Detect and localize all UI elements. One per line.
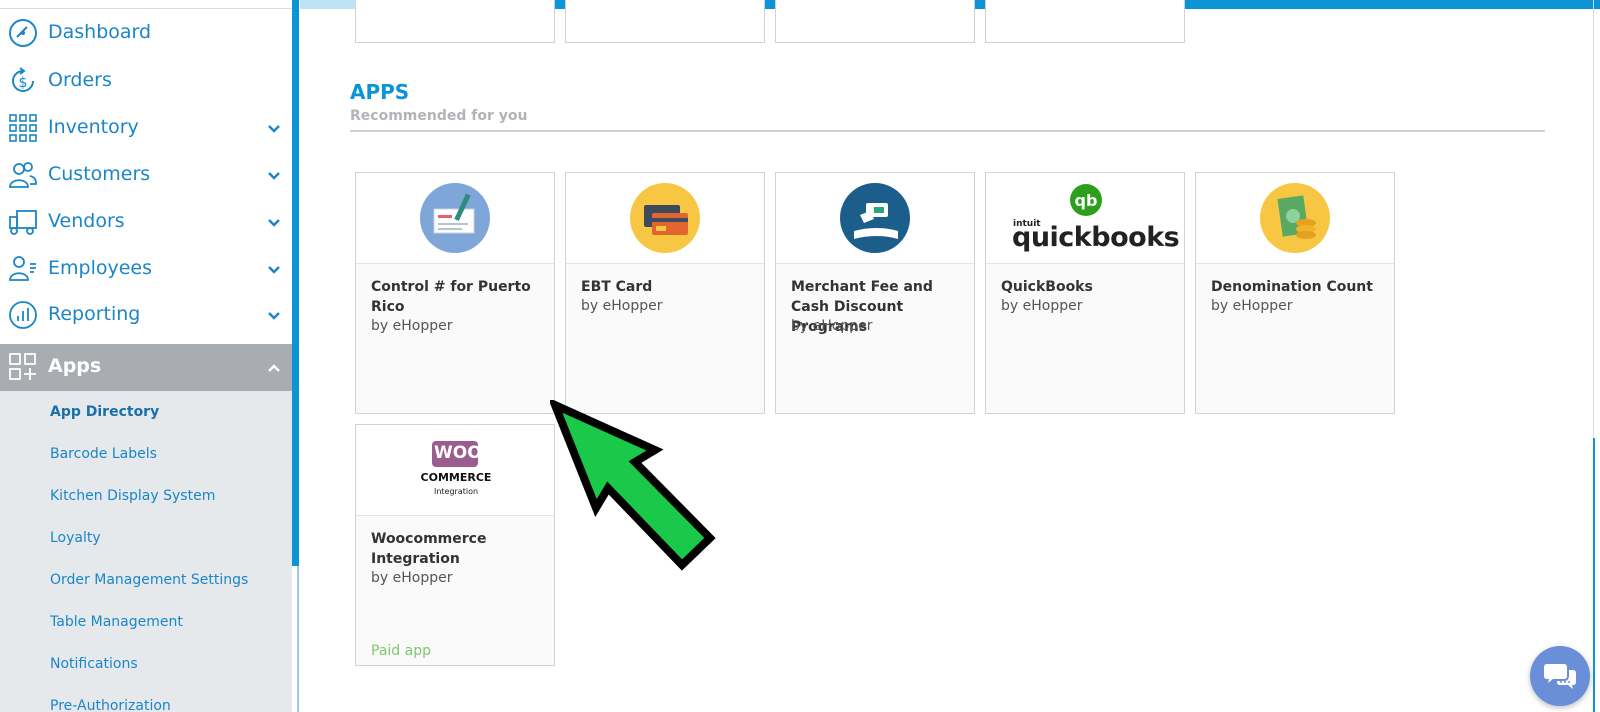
card-stub[interactable] bbox=[775, 0, 975, 43]
sidebar-item-dashboard[interactable]: Dashboard bbox=[0, 10, 292, 56]
submenu-item-pre-authorization[interactable]: Pre-Authorization bbox=[50, 698, 171, 712]
sidebar-item-label: Reporting bbox=[48, 303, 141, 325]
apps-icon bbox=[9, 353, 36, 380]
card-header bbox=[776, 173, 974, 264]
submenu-item-loyalty[interactable]: Loyalty bbox=[50, 530, 101, 546]
card-header bbox=[566, 173, 764, 264]
chevron-down-icon[interactable] bbox=[268, 123, 280, 135]
chat-button[interactable] bbox=[1530, 646, 1590, 706]
sidebar-scrollbar[interactable] bbox=[292, 0, 299, 566]
sidebar-item-employees[interactable]: Employees bbox=[0, 246, 292, 292]
card-author: by eHopper bbox=[581, 298, 663, 314]
card-title: Control # for Puerto Rico bbox=[371, 279, 531, 315]
card-title: EBT Card bbox=[581, 279, 653, 295]
sidebar-item-label: Orders bbox=[48, 69, 112, 91]
orders-icon: $ bbox=[12, 67, 34, 92]
card-header: WOO COMMERCE Integration bbox=[356, 425, 554, 516]
card-header: qb intuit quickbooks bbox=[986, 173, 1184, 264]
card-author: by eHopper bbox=[1001, 298, 1083, 314]
woocommerce-logo: WOO COMMERCE Integration bbox=[420, 441, 492, 509]
chevron-down-icon[interactable] bbox=[268, 310, 280, 322]
vendors-icon bbox=[9, 210, 37, 235]
app-card-ebt[interactable]: EBT Card by eHopper bbox=[565, 172, 765, 414]
sidebar-top-edge bbox=[0, 0, 300, 9]
sidebar-item-label: Dashboard bbox=[48, 21, 152, 43]
inventory-icon bbox=[9, 114, 37, 142]
app-card-control-puerto-rico[interactable]: Control # for Puerto Rico by eHopper bbox=[355, 172, 555, 414]
app-card-quickbooks[interactable]: qb intuit quickbooks QuickBooks by eHopp… bbox=[985, 172, 1185, 414]
svg-text:$: $ bbox=[19, 75, 28, 91]
sidebar-item-apps[interactable]: Apps bbox=[0, 344, 292, 391]
chevron-down-icon[interactable] bbox=[268, 170, 280, 182]
submenu-item-app-directory[interactable]: App Directory bbox=[50, 404, 159, 420]
paid-badge: Paid app bbox=[371, 643, 431, 659]
denomination-icon bbox=[1260, 183, 1330, 253]
merchant-fee-icon bbox=[840, 183, 910, 253]
customers-icon bbox=[9, 162, 37, 188]
submenu-item-kitchen-display[interactable]: Kitchen Display System bbox=[50, 488, 215, 504]
sidebar-item-inventory[interactable]: Inventory bbox=[0, 105, 292, 151]
commerce-logo-text: COMMERCE bbox=[420, 471, 492, 484]
sidebar-item-reporting[interactable]: Reporting bbox=[0, 292, 292, 338]
submenu-item-barcode-labels[interactable]: Barcode Labels bbox=[50, 446, 157, 462]
sidebar-item-label: Customers bbox=[48, 163, 151, 185]
section-title: APPS bbox=[350, 80, 410, 104]
card-stub[interactable] bbox=[985, 0, 1185, 43]
sidebar-item-label: Employees bbox=[48, 257, 152, 279]
sidebar: Dashboard $ Orders Inventory Customers V… bbox=[0, 0, 300, 712]
card-author: by eHopper bbox=[371, 570, 453, 586]
sidebar-item-label: Inventory bbox=[48, 116, 139, 138]
annotation-arrow bbox=[550, 400, 716, 571]
apps-submenu bbox=[0, 391, 292, 712]
reporting-icon bbox=[9, 301, 37, 329]
card-author: by eHopper bbox=[371, 318, 453, 334]
card-title: QuickBooks bbox=[1001, 279, 1093, 295]
check-payment-icon bbox=[420, 183, 490, 253]
section-divider bbox=[350, 130, 1545, 132]
card-header bbox=[1196, 173, 1394, 264]
chevron-down-icon[interactable] bbox=[268, 217, 280, 229]
sidebar-item-label: Apps bbox=[48, 355, 102, 377]
chevron-down-icon[interactable] bbox=[268, 264, 280, 276]
chevron-up-icon[interactable] bbox=[268, 362, 280, 374]
section-subtitle: Recommended for you bbox=[350, 108, 528, 124]
card-author: by eHopper bbox=[1211, 298, 1293, 314]
sidebar-item-label: Vendors bbox=[48, 210, 125, 232]
submenu-item-notifications[interactable]: Notifications bbox=[50, 656, 138, 672]
app-card-merchant-fee[interactable]: Merchant Fee and Cash Discount Programs … bbox=[775, 172, 975, 414]
ebt-card-icon bbox=[630, 183, 700, 253]
card-header bbox=[356, 173, 554, 264]
chat-icon bbox=[1544, 664, 1576, 689]
svg-text:qb: qb bbox=[1075, 191, 1098, 210]
sidebar-item-orders[interactable]: $ Orders bbox=[0, 58, 292, 104]
app-card-denomination-count[interactable]: Denomination Count by eHopper bbox=[1195, 172, 1395, 414]
submenu-item-table-management[interactable]: Table Management bbox=[50, 614, 183, 630]
card-stub[interactable] bbox=[565, 0, 765, 43]
quickbooks-logo-text: quickbooks bbox=[1012, 222, 1180, 253]
card-title: Denomination Count bbox=[1211, 279, 1373, 295]
card-author: by eHopper bbox=[791, 318, 873, 334]
submenu-item-order-management[interactable]: Order Management Settings bbox=[50, 572, 248, 588]
sidebar-item-customers[interactable]: Customers bbox=[0, 152, 292, 198]
integration-logo-text: Integration bbox=[433, 487, 479, 496]
employees-icon bbox=[9, 256, 36, 281]
sidebar-item-vendors[interactable]: Vendors bbox=[0, 199, 292, 245]
dashboard-icon bbox=[9, 19, 37, 47]
card-stub[interactable] bbox=[355, 0, 555, 43]
page-scrollbar[interactable] bbox=[1593, 438, 1595, 712]
app-card-woocommerce[interactable]: WOO COMMERCE Integration Woocommerce Int… bbox=[355, 424, 555, 666]
woo-logo-text: WOO bbox=[434, 443, 482, 463]
card-title: Woocommerce Integration bbox=[371, 531, 487, 567]
